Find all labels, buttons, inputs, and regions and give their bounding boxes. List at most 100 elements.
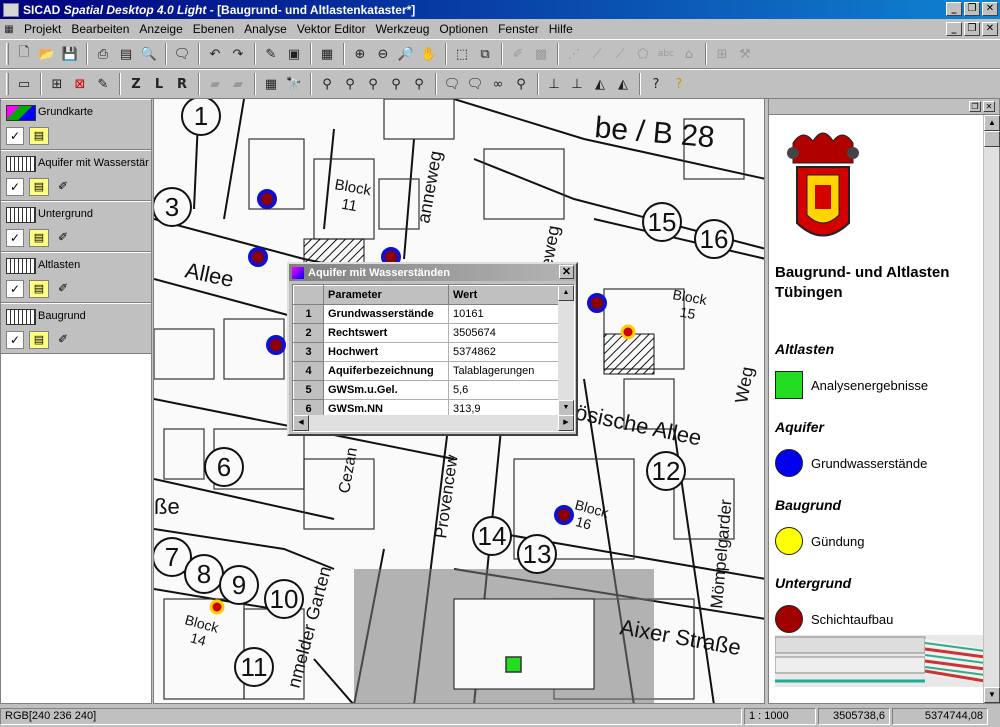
remove-layer-icon[interactable]: ⊠	[69, 73, 91, 95]
menu-anzeige[interactable]: Anzeige	[134, 22, 187, 36]
measure2-icon[interactable]: ⊥	[566, 73, 588, 95]
groundwater-marker[interactable]	[554, 505, 574, 525]
tooltip-icon[interactable]: 🗨	[441, 73, 463, 95]
stamp-icon[interactable]: ▩	[530, 43, 552, 65]
contamination-marker[interactable]	[505, 656, 522, 673]
restore-button[interactable]: ❐	[964, 2, 980, 16]
undo-icon[interactable]: ↶	[204, 43, 226, 65]
zoom-icon[interactable]: 🔎	[395, 43, 417, 65]
subsurface-marker[interactable]	[620, 324, 636, 340]
l-tool-icon[interactable]: L	[148, 73, 170, 95]
edit-layer-icon[interactable]: ✐	[53, 331, 73, 349]
col-header-parameter[interactable]: Parameter	[323, 285, 449, 305]
r-tool-icon[interactable]: R	[171, 73, 193, 95]
label-toggle-icon[interactable]: ▤	[29, 178, 49, 196]
groundwater-marker[interactable]	[587, 293, 607, 313]
find-icon[interactable]: 🔭	[283, 73, 305, 95]
query4-icon[interactable]: ⚲	[385, 73, 407, 95]
table-icon[interactable]: ▦	[316, 43, 338, 65]
pan-hand-icon[interactable]: ✋	[418, 43, 440, 65]
dialog-vertical-scrollbar[interactable]: ▲ ▼	[558, 285, 574, 416]
menu-fenster[interactable]: Fenster	[493, 22, 544, 36]
layer-baugrund[interactable]: Baugrund ✓ ▤ ✐	[1, 303, 151, 354]
visibility-checkbox[interactable]: ✓	[6, 331, 24, 349]
scroll-down-icon[interactable]: ▼	[558, 400, 574, 416]
scroll-up-icon[interactable]: ▲	[984, 115, 1000, 131]
edit-layer-icon[interactable]: ✎	[92, 73, 114, 95]
menu-analyse[interactable]: Analyse	[239, 22, 292, 36]
layer-altlasten[interactable]: Altlasten ✓ ▤ ✐	[1, 252, 151, 303]
polygon-icon[interactable]: ⬠	[632, 43, 654, 65]
query2-icon[interactable]: ⚲	[339, 73, 361, 95]
zoom-out-icon[interactable]: ⊖	[372, 43, 394, 65]
scroll-left-icon[interactable]: ◀	[293, 415, 309, 431]
style2-icon[interactable]: ▰	[227, 73, 249, 95]
menu-optionen[interactable]: Optionen	[434, 22, 493, 36]
layer-grundkarte[interactable]: Grundkarte ✓ ▤	[1, 99, 151, 150]
layers-icon[interactable]: ⧉	[474, 43, 496, 65]
dialog-horizontal-scrollbar[interactable]: ◀ ▶	[293, 415, 574, 431]
table-row[interactable]: 2 Rechtswert 3505674	[293, 323, 559, 343]
table-row[interactable]: 4 Aquiferbezeichnung Talablagerungen	[293, 361, 559, 381]
doc-close-button[interactable]: ✕	[982, 22, 998, 36]
menu-ebenen[interactable]: Ebenen	[188, 22, 239, 36]
grid-icon[interactable]: ⊞	[711, 43, 733, 65]
redo-icon[interactable]: ↷	[227, 43, 249, 65]
table-row[interactable]: 1 Grundwasserstände 10161	[293, 304, 559, 324]
app-icon[interactable]	[3, 2, 19, 17]
new-icon[interactable]: 🗋	[13, 43, 35, 65]
building-icon[interactable]: ⌂	[678, 43, 700, 65]
minimize-button[interactable]: _	[946, 2, 962, 16]
close-button[interactable]: ✕	[982, 2, 998, 16]
measure-icon[interactable]: ⊥	[543, 73, 565, 95]
legend-close-button[interactable]: ✕	[983, 101, 995, 112]
edit-pen-icon[interactable]: ✐	[507, 43, 529, 65]
col-header-value[interactable]: Wert	[448, 285, 559, 305]
z-order-icon[interactable]: Z	[125, 73, 147, 95]
label-toggle-icon[interactable]: ▤	[29, 280, 49, 298]
open-icon[interactable]: 📂	[36, 43, 58, 65]
text-abc-icon[interactable]: abc	[655, 43, 677, 65]
edit-layer-icon[interactable]: ✐	[53, 178, 73, 196]
query-icon[interactable]: ⚲	[316, 73, 338, 95]
tooltip2-icon[interactable]: 🗨	[464, 73, 486, 95]
table-row[interactable]: 3 Hochwert 5374862	[293, 342, 559, 362]
menu-werkzeug[interactable]: Werkzeug	[371, 22, 435, 36]
label-toggle-icon[interactable]: ▤	[29, 127, 49, 145]
edit-layer-icon[interactable]: ✐	[53, 280, 73, 298]
context-help-icon[interactable]: ?	[645, 73, 667, 95]
edit-layer-icon[interactable]: ✐	[53, 229, 73, 247]
menu-bearbeiten[interactable]: Bearbeiten	[66, 22, 134, 36]
groundwater-marker[interactable]	[266, 335, 286, 355]
scroll-thumb[interactable]	[984, 131, 1000, 147]
print-icon[interactable]: ⎙	[92, 43, 114, 65]
menu-vektor-editor[interactable]: Vektor Editor	[292, 22, 371, 36]
query5-icon[interactable]: ⚲	[408, 73, 430, 95]
pen-icon[interactable]: ✎	[260, 43, 282, 65]
doc-minimize-button[interactable]: _	[946, 22, 962, 36]
polyline-icon[interactable]: ⟋	[609, 43, 631, 65]
groundwater-marker[interactable]	[248, 247, 268, 267]
tools-icon[interactable]: ⚒	[734, 43, 756, 65]
style-icon[interactable]: ▰	[204, 73, 226, 95]
query3-icon[interactable]: ⚲	[362, 73, 384, 95]
visibility-checkbox[interactable]: ✓	[6, 229, 24, 247]
frame-icon[interactable]: ▣	[283, 43, 305, 65]
area2-icon[interactable]: ◭	[612, 73, 634, 95]
query6-icon[interactable]: ⚲	[510, 73, 532, 95]
layer-window-icon[interactable]: ▭	[13, 73, 35, 95]
menu-hilfe[interactable]: Hilfe	[544, 22, 578, 36]
line-icon[interactable]: ⟋	[586, 43, 608, 65]
legend-scrollbar[interactable]: ▲ ▼	[983, 115, 1000, 703]
visibility-checkbox[interactable]: ✓	[6, 127, 24, 145]
legend-restore-button[interactable]: ❐	[969, 101, 981, 112]
scroll-right-icon[interactable]: ▶	[558, 415, 574, 431]
select-area-icon[interactable]: ⬚	[451, 43, 473, 65]
add-layer-icon[interactable]: ⊞	[46, 73, 68, 95]
dialog-title-bar[interactable]: Aquifer mit Wasserständen ✕	[289, 264, 576, 281]
area-icon[interactable]: ◭	[589, 73, 611, 95]
print-setup-icon[interactable]: ▤	[115, 43, 137, 65]
comment-icon[interactable]: 🗨	[171, 43, 193, 65]
layer-untergrund[interactable]: Untergrund ✓ ▤ ✐	[1, 201, 151, 252]
binoculars-icon[interactable]: ∞	[487, 73, 509, 95]
